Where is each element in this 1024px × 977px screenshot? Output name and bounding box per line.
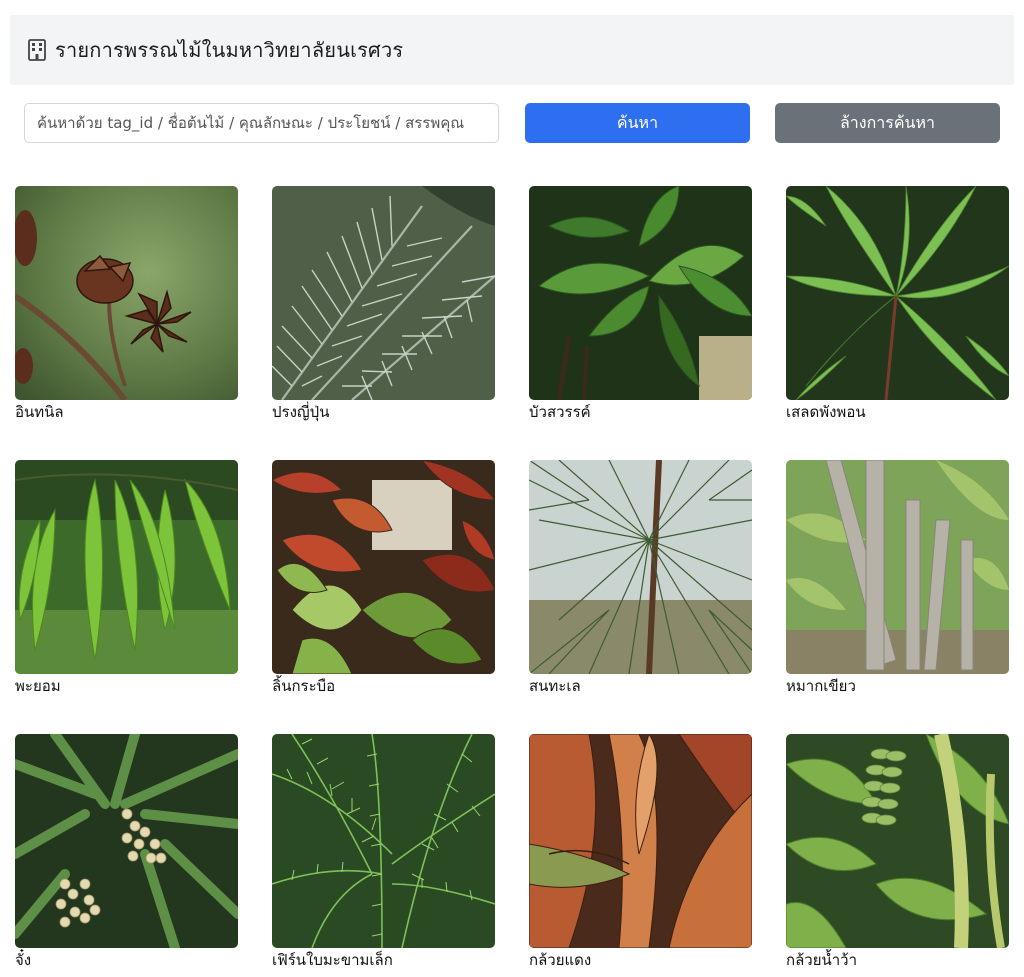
search-button[interactable]: ค้นหา (525, 103, 750, 143)
plant-name[interactable]: พะยอม (15, 675, 238, 697)
plant-name[interactable]: ปรงญี่ปุ่น (272, 401, 495, 423)
page-header: รายการพรรณไม้ในมหาวิทยาลัยนเรศวร (10, 15, 1014, 85)
plant-card[interactable]: จั๋ง (15, 734, 238, 971)
plant-card[interactable]: อินทนิล (15, 186, 238, 423)
plant-name[interactable]: บัวสวรรค์ (529, 401, 752, 423)
plant-name[interactable]: กล้วยน้ำว้า (786, 949, 1009, 971)
building-icon (27, 39, 47, 61)
plant-name[interactable]: ลิ้นกระบือ (272, 675, 495, 697)
plant-card[interactable]: เสลดพังพอน (786, 186, 1009, 423)
plant-photo-seed-pods[interactable] (15, 186, 238, 400)
clear-search-button[interactable]: ล้างการค้นหา (775, 103, 1000, 143)
plant-card[interactable]: ลิ้นกระบือ (272, 460, 495, 697)
plant-card[interactable]: สนทะเล (529, 460, 752, 697)
plant-photo-palm-trunks[interactable] (786, 460, 1009, 674)
plant-photo-cycad-fronds[interactable] (272, 186, 495, 400)
plant-card[interactable]: ปรงญี่ปุ่น (272, 186, 495, 423)
plant-card[interactable]: หมากเขียว (786, 460, 1009, 697)
plant-photo-broad-leaves[interactable] (529, 186, 752, 400)
plant-photo-fern[interactable] (272, 734, 495, 948)
plant-list-page: รายการพรรณไม้ในมหาวิทยาลัยนเรศวร ค้นหา ล… (0, 0, 1024, 977)
page-title: รายการพรรณไม้ในมหาวิทยาลัยนเรศวร (55, 38, 404, 62)
plant-photo-pine-needles[interactable] (529, 460, 752, 674)
plant-card[interactable]: เฟิร์นใบมะขามเล็ก (272, 734, 495, 971)
plant-name[interactable]: หมากเขียว (786, 675, 1009, 697)
plant-photo-palm-fruit[interactable] (15, 734, 238, 948)
plant-card[interactable]: บัวสวรรค์ (529, 186, 752, 423)
plant-photo-banana-bunch[interactable] (786, 734, 1009, 948)
plant-name[interactable]: เฟิร์นใบมะขามเล็ก (272, 949, 495, 971)
plant-card[interactable]: กล้วยน้ำว้า (786, 734, 1009, 971)
plant-name[interactable]: จั๋ง (15, 949, 238, 971)
plant-photo-red-green-shrub[interactable] (272, 460, 495, 674)
plant-photo-narrow-leaves[interactable] (786, 186, 1009, 400)
plant-photo-red-banana[interactable] (529, 734, 752, 948)
plant-name[interactable]: กล้วยแดง (529, 949, 752, 971)
plant-card[interactable]: พะยอม (15, 460, 238, 697)
plant-name[interactable]: เสลดพังพอน (786, 401, 1009, 423)
plant-card[interactable]: กล้วยแดง (529, 734, 752, 971)
plant-photo-drooping-leaves[interactable] (15, 460, 238, 674)
search-input[interactable] (24, 103, 499, 143)
plant-name[interactable]: สนทะเล (529, 675, 752, 697)
search-bar: ค้นหา ล้างการค้นหา (24, 103, 1000, 143)
plant-name[interactable]: อินทนิล (15, 401, 238, 423)
